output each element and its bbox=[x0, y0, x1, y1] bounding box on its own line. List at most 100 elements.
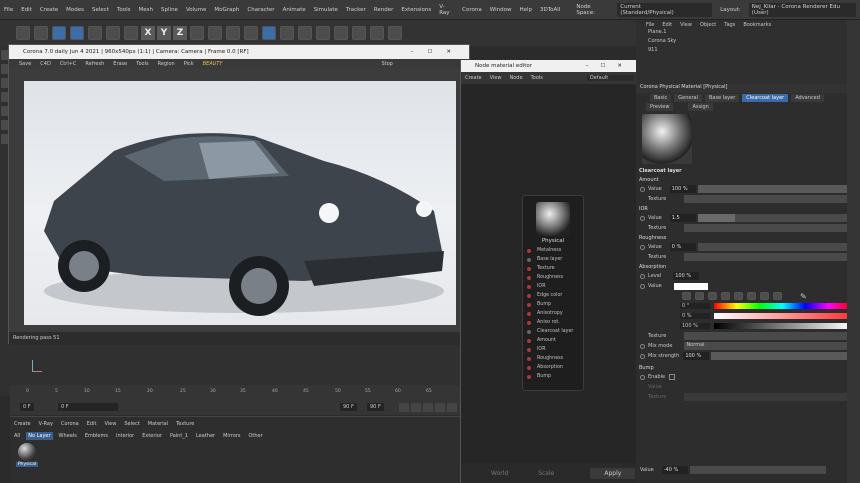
render-view-icon[interactable] bbox=[208, 26, 222, 40]
menu-3dtoall[interactable]: 3DToAll bbox=[540, 7, 560, 13]
amount-value-field[interactable]: 100 % bbox=[669, 185, 696, 193]
node-port[interactable]: Texture bbox=[523, 264, 583, 273]
matman-menu-edit[interactable]: Edit bbox=[87, 421, 97, 427]
obj-menu-object[interactable]: Object bbox=[700, 22, 716, 28]
z-axis-icon[interactable]: Z bbox=[173, 26, 187, 40]
obj-menu-view[interactable]: View bbox=[680, 22, 692, 28]
keyframe-icon[interactable] bbox=[640, 244, 645, 250]
layer-tab-emblems[interactable]: Emblems bbox=[83, 432, 110, 440]
tab-preview[interactable]: Preview bbox=[646, 102, 674, 111]
roughness-texture-slot[interactable] bbox=[684, 253, 847, 261]
footer-value-field[interactable]: -40 % bbox=[661, 466, 688, 474]
node-port[interactable]: IOR bbox=[523, 282, 583, 291]
subdivision-icon[interactable] bbox=[298, 26, 312, 40]
vfb-save-button[interactable]: Save bbox=[19, 61, 31, 67]
value-field[interactable]: 100 % bbox=[680, 323, 710, 329]
layout-dropdown[interactable]: Nej_Kilar - Corona Renderer Edu (User) bbox=[748, 2, 856, 17]
go-to-start-icon[interactable] bbox=[399, 403, 409, 412]
matman-menu-view[interactable]: View bbox=[104, 421, 116, 427]
world-button[interactable]: World bbox=[491, 470, 508, 477]
floor-icon[interactable] bbox=[352, 26, 366, 40]
menu-character[interactable]: Character bbox=[247, 7, 274, 13]
keyframe-icon[interactable] bbox=[640, 374, 645, 380]
node-port[interactable]: Amount bbox=[523, 336, 583, 345]
amount-slider[interactable] bbox=[697, 185, 847, 193]
layer-tab-all[interactable]: All bbox=[12, 432, 22, 440]
footer-value-slider[interactable] bbox=[689, 466, 826, 474]
cube-icon[interactable] bbox=[262, 26, 276, 40]
menu-help[interactable]: Help bbox=[519, 7, 532, 13]
menu-spline[interactable]: Spline bbox=[161, 7, 178, 13]
minimize-icon[interactable]: – bbox=[586, 63, 601, 69]
color-wheel-icon[interactable] bbox=[682, 292, 691, 300]
menu-mesh[interactable]: Mesh bbox=[139, 7, 153, 13]
next-frame-icon[interactable] bbox=[435, 403, 445, 412]
tab-advanced[interactable]: Advanced bbox=[791, 93, 824, 102]
node-port[interactable]: Edge color bbox=[523, 291, 583, 300]
menu-select[interactable]: Select bbox=[92, 7, 109, 13]
layer-tab-wheels[interactable]: Wheels bbox=[57, 432, 79, 440]
hue-field[interactable]: 0 ° bbox=[680, 303, 710, 309]
object-list-item[interactable]: 911 bbox=[636, 47, 846, 56]
maximize-icon[interactable]: ☐ bbox=[427, 49, 446, 55]
select-icon[interactable] bbox=[52, 26, 66, 40]
layer-tab-leather[interactable]: Leather bbox=[194, 432, 217, 440]
absorption-color-swatch[interactable] bbox=[673, 282, 708, 290]
matman-menu-corona[interactable]: Corona bbox=[61, 421, 79, 427]
swatches-icon[interactable] bbox=[773, 292, 782, 300]
layer-tab-paint[interactable]: Paint_1 bbox=[168, 432, 190, 440]
keyframe-icon[interactable] bbox=[640, 273, 645, 279]
maximize-icon[interactable]: ☐ bbox=[600, 63, 617, 69]
menu-window[interactable]: Window bbox=[490, 7, 512, 13]
menu-mograph[interactable]: MoGraph bbox=[214, 7, 239, 13]
node-port[interactable]: Anisotropy bbox=[523, 309, 583, 318]
saturation-slider[interactable] bbox=[714, 313, 851, 319]
play-icon[interactable] bbox=[423, 403, 433, 412]
node-menu-tools[interactable]: Tools bbox=[531, 75, 543, 81]
keyframe-icon[interactable] bbox=[640, 283, 645, 289]
roughness-value-field[interactable]: 0 % bbox=[669, 243, 696, 251]
node-menu-create[interactable]: Create bbox=[465, 75, 482, 81]
node-port[interactable]: Metalness bbox=[523, 246, 583, 255]
node-port[interactable]: Absorption bbox=[523, 363, 583, 372]
coord-system-icon[interactable] bbox=[190, 26, 204, 40]
node-port[interactable]: Base layer bbox=[523, 255, 583, 264]
roughness-slider[interactable] bbox=[697, 243, 847, 251]
matman-menu-select[interactable]: Select bbox=[124, 421, 139, 427]
mix-strength-slider[interactable] bbox=[711, 352, 847, 360]
obj-menu-file[interactable]: File bbox=[646, 22, 654, 28]
keyframe-icon[interactable] bbox=[640, 186, 645, 192]
vfb-pass-dropdown[interactable]: BEAUTY bbox=[203, 61, 223, 67]
amount-texture-slot[interactable] bbox=[684, 195, 847, 203]
ior-value-field[interactable]: 1.5 bbox=[669, 214, 696, 222]
tab-assign[interactable]: Assign bbox=[688, 102, 713, 111]
viewport[interactable] bbox=[10, 345, 460, 385]
current-frame-field[interactable]: 0 F bbox=[58, 403, 118, 411]
camera-icon[interactable] bbox=[370, 26, 384, 40]
node-port[interactable]: Aniso rot. bbox=[523, 318, 583, 327]
mixer-icon[interactable] bbox=[760, 292, 769, 300]
matman-menu-material[interactable]: Material bbox=[148, 421, 168, 427]
layer-tab-interior[interactable]: Interior bbox=[114, 432, 136, 440]
tab-general[interactable]: General bbox=[674, 93, 702, 102]
preview-end-field[interactable]: 90 F bbox=[367, 403, 384, 411]
cloner-icon[interactable] bbox=[316, 26, 330, 40]
node-space-dropdown[interactable]: Current (Standard/Physical) bbox=[617, 2, 713, 17]
render-picture-viewer-icon[interactable] bbox=[226, 26, 240, 40]
menu-tools[interactable]: Tools bbox=[117, 7, 131, 13]
spectrum-icon[interactable] bbox=[695, 292, 704, 300]
render-settings-icon[interactable] bbox=[244, 26, 258, 40]
tab-basic[interactable]: Basic bbox=[650, 93, 672, 102]
close-icon[interactable]: ✕ bbox=[617, 63, 634, 69]
menu-animate[interactable]: Animate bbox=[283, 7, 306, 13]
node-port[interactable]: Roughness bbox=[523, 273, 583, 282]
vfb-region-button[interactable]: Region bbox=[158, 61, 175, 67]
vfb-copy-button[interactable]: Ctrl+C bbox=[60, 61, 77, 67]
menu-extensions[interactable]: Extensions bbox=[401, 7, 431, 13]
obj-menu-bookmarks[interactable]: Bookmarks bbox=[743, 22, 771, 28]
keyframe-icon[interactable] bbox=[640, 343, 645, 349]
eyedropper-icon[interactable]: ✎ bbox=[800, 292, 807, 301]
matman-menu-vray[interactable]: V-Ray bbox=[39, 421, 53, 427]
absorption-level-field[interactable]: 100 % bbox=[673, 272, 700, 280]
rgb-mode-icon[interactable] bbox=[721, 292, 730, 300]
